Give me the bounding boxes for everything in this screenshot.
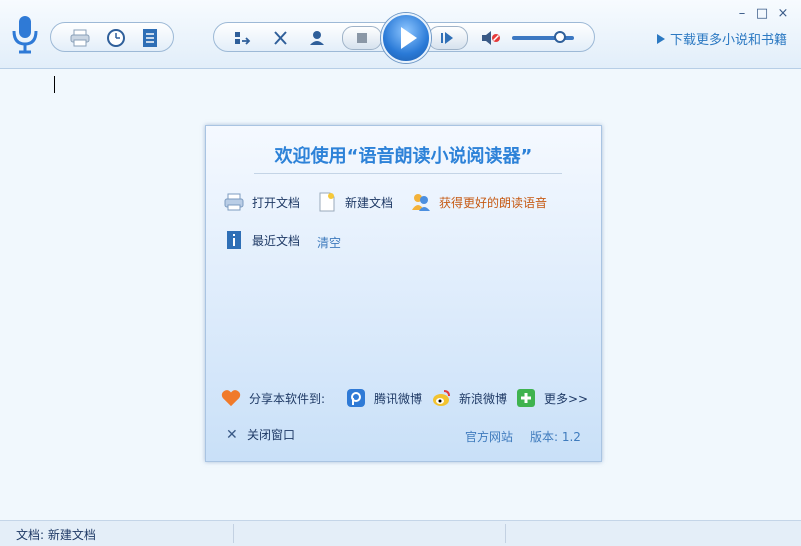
share-tencent-weibo-button[interactable]: 腾讯微博 <box>346 388 422 408</box>
sina-weibo-label: 新浪微博 <box>459 391 508 406</box>
official-site-link[interactable]: 官方网站 <box>465 428 513 445</box>
text-cursor <box>54 76 55 93</box>
status-divider <box>505 524 506 543</box>
timer-button[interactable] <box>105 27 127 49</box>
clear-recent-label: 清空 <box>317 236 342 250</box>
maximize-button[interactable]: □ <box>754 6 770 22</box>
share-more-label: 更多>> <box>544 391 589 406</box>
recent-documents-label: 最近文档 <box>252 233 301 248</box>
version-label: 版本: 1.2 <box>530 428 581 445</box>
user-button[interactable] <box>306 27 328 49</box>
volume-slider[interactable] <box>512 31 574 43</box>
close-welcome-label: 关闭窗口 <box>247 428 296 442</box>
download-more-link[interactable]: 下载更多小说和书籍 <box>656 29 787 48</box>
printer-icon <box>224 193 244 211</box>
tencent-weibo-icon <box>347 389 365 407</box>
voice-settings-button[interactable] <box>270 27 292 49</box>
tencent-weibo-label: 腾讯微博 <box>374 391 423 406</box>
share-label: 分享本软件到: <box>249 391 326 406</box>
close-welcome-button[interactable]: ✕ 关闭窗口 <box>226 426 295 443</box>
mute-icon <box>482 31 500 45</box>
stop-icon <box>357 33 367 43</box>
switch-icon <box>235 32 251 45</box>
open-document-button[interactable]: 打开文档 <box>224 192 300 212</box>
volume-slider-thumb[interactable] <box>554 31 566 43</box>
play-button[interactable] <box>381 13 431 63</box>
welcome-panel: 欢迎使用“语音朗读小说阅读器” 打开文档 新建文档 获得更好的朗读语音 最近文档… <box>205 125 602 462</box>
close-icon: ✕ <box>226 426 238 443</box>
share-sina-weibo-button[interactable]: 新浪微博 <box>431 388 507 408</box>
get-better-voice-link[interactable]: 获得更好的朗读语音 <box>411 192 547 212</box>
new-document-icon <box>319 192 335 212</box>
stop-button[interactable] <box>342 26 382 50</box>
plus-icon <box>517 389 535 407</box>
print-button[interactable] <box>69 27 91 49</box>
switch-button[interactable] <box>232 27 254 49</box>
status-divider <box>233 524 234 543</box>
heart-icon <box>221 390 241 407</box>
open-document-label: 打开文档 <box>252 195 301 210</box>
document-list-icon <box>143 29 157 47</box>
user-icon <box>310 31 324 45</box>
users-icon <box>412 194 430 211</box>
download-more-label: 下载更多小说和书籍 <box>669 33 787 48</box>
toolbar: – □ × 下载更多小说和书籍 <box>0 0 801 69</box>
skip-forward-icon <box>441 32 453 44</box>
share-more-button[interactable]: 更多>> <box>516 388 588 408</box>
minimize-button[interactable]: – <box>734 6 750 22</box>
close-button[interactable]: × <box>775 6 791 22</box>
divider <box>254 173 562 174</box>
tools-icon <box>274 31 287 45</box>
info-icon <box>227 231 241 249</box>
arrow-right-icon <box>656 34 665 44</box>
clear-recent-button[interactable]: 清空 <box>317 234 341 251</box>
printer-icon <box>70 29 90 47</box>
next-button[interactable] <box>428 26 468 50</box>
status-document: 文档: 新建文档 <box>16 528 96 542</box>
microphone-icon <box>12 16 38 54</box>
clock-icon <box>107 29 125 47</box>
sina-weibo-icon <box>433 390 450 406</box>
mute-button[interactable] <box>480 27 502 49</box>
official-site-label: 官方网站 <box>465 430 514 444</box>
welcome-title: 欢迎使用“语音朗读小说阅读器” <box>274 146 533 167</box>
version-text: 版本: 1.2 <box>530 430 581 444</box>
file-tools-group <box>50 22 174 52</box>
new-document-label: 新建文档 <box>345 195 394 210</box>
list-button[interactable] <box>139 27 161 49</box>
new-document-button[interactable]: 新建文档 <box>317 192 393 212</box>
share-section: 分享本软件到: <box>221 388 325 408</box>
recent-documents-button[interactable]: 最近文档 <box>224 230 300 250</box>
get-better-voice-label: 获得更好的朗读语音 <box>439 195 548 210</box>
status-bar: 文档: 新建文档 <box>0 520 801 546</box>
